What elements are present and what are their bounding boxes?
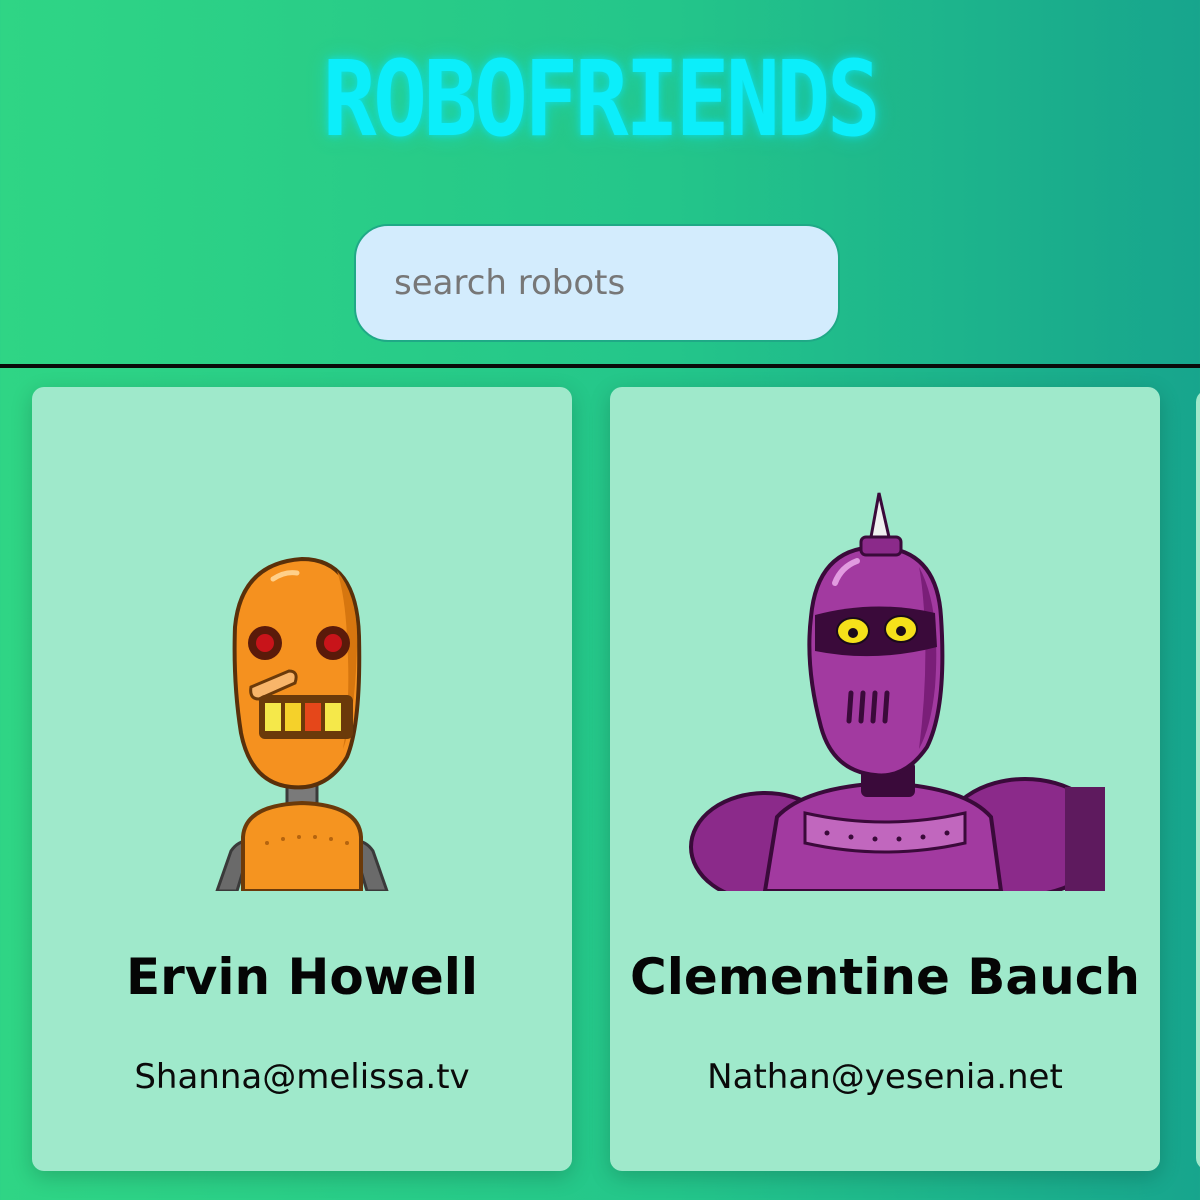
robot-email: Nathan@yesenia.net: [707, 1057, 1063, 1097]
robot-card-partial: [1196, 390, 1200, 1170]
header-divider: [0, 364, 1200, 368]
robot-name: Clementine Bauch: [630, 948, 1140, 1006]
robot-card[interactable]: Clementine Bauch Nathan@yesenia.net: [610, 387, 1160, 1171]
search-input[interactable]: [354, 224, 840, 342]
robot-email: Shanna@melissa.tv: [134, 1057, 470, 1097]
orange-robot-avatar: [32, 487, 572, 891]
app-title: ROBOFRIENDS: [322, 38, 881, 160]
robot-card[interactable]: Ervin Howell Shanna@melissa.tv: [32, 387, 572, 1171]
purple-robot-avatar: [610, 487, 1160, 891]
robot-name: Ervin Howell: [125, 948, 479, 1006]
